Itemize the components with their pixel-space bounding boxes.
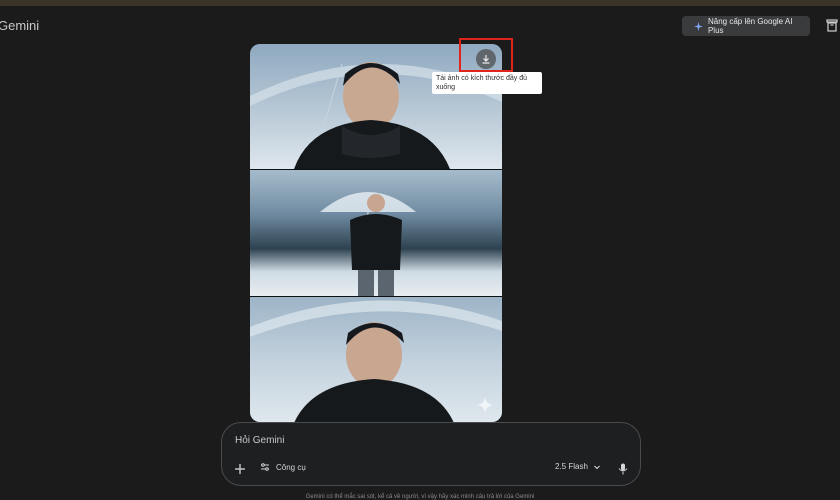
person-figure-2 — [250, 300, 502, 422]
gemini-watermark-icon — [477, 397, 493, 413]
top-strip — [0, 0, 840, 6]
tune-icon — [261, 463, 269, 471]
person-figure-fullbody — [320, 192, 416, 297]
image-panel-fullbody — [250, 169, 502, 297]
download-tooltip: Tải ảnh có kích thước đầy đủ xuống — [432, 72, 542, 94]
plus-icon[interactable] — [234, 463, 246, 475]
tools-label: Công cụ — [276, 462, 306, 472]
prompt-input[interactable] — [235, 435, 595, 446]
mic-icon[interactable] — [618, 463, 628, 475]
model-selector[interactable]: 2.5 Flash — [555, 462, 601, 471]
app-title: Gemini — [0, 18, 40, 33]
generated-image[interactable] — [250, 44, 502, 422]
sparkle-icon — [694, 21, 703, 31]
trash-icon[interactable] — [826, 19, 838, 32]
prompt-composer: Công cụ 2.5 Flash — [221, 422, 641, 486]
model-label: 2.5 Flash — [555, 462, 588, 471]
tools-button[interactable]: Công cụ — [260, 462, 306, 472]
upgrade-label: Nâng cấp lên Google AI Plus — [707, 17, 793, 35]
disclaimer-text: Gemini có thể mắc sai sót, kể cả về ngườ… — [305, 494, 535, 500]
upgrade-button[interactable]: Nâng cấp lên Google AI Plus — [682, 16, 810, 36]
highlight-box — [459, 38, 513, 72]
chevron-down-icon — [594, 465, 600, 469]
image-panel-closeup-2 — [250, 296, 502, 422]
